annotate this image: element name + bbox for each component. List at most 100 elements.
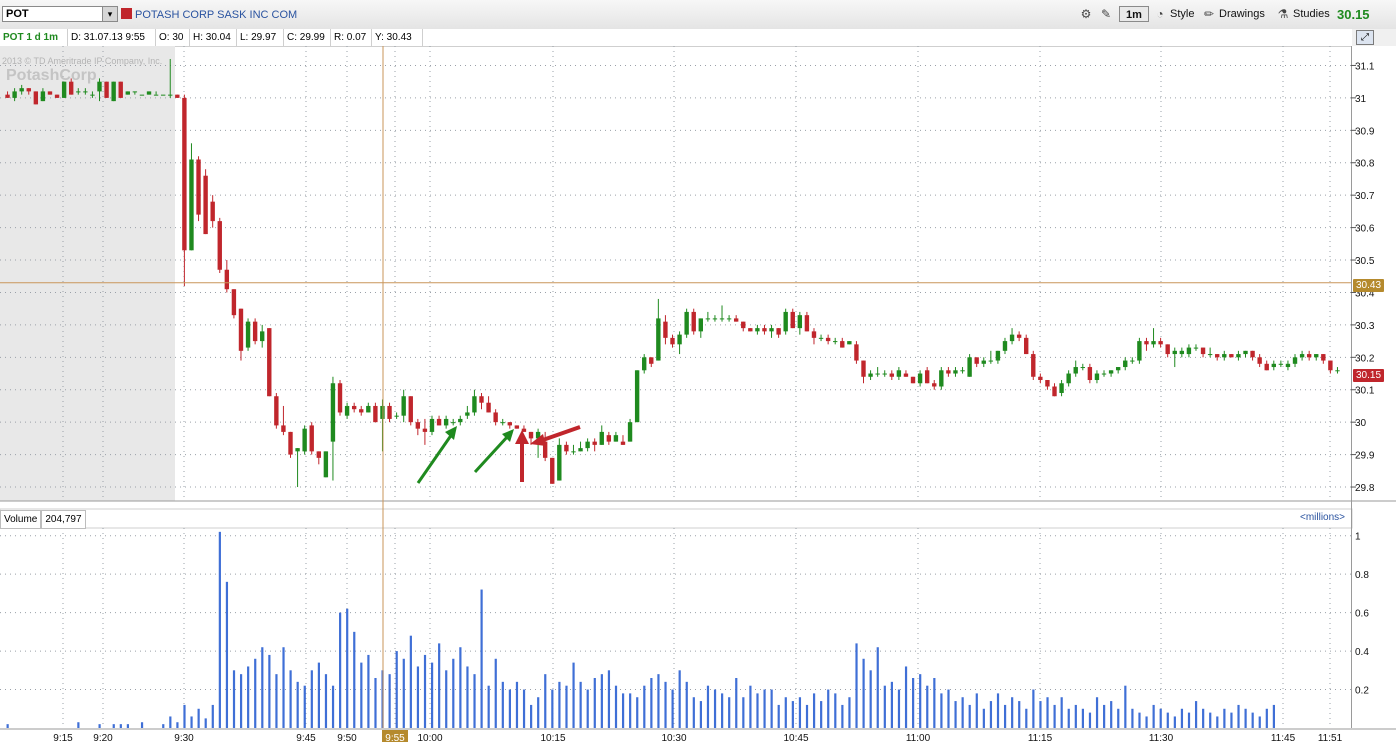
volume-bar xyxy=(282,647,285,728)
volume-bar xyxy=(140,722,144,728)
volume-bar xyxy=(1046,697,1049,728)
candle-body xyxy=(1321,354,1326,361)
candle-body xyxy=(550,457,555,484)
candle-body xyxy=(578,448,583,452)
volume-bar xyxy=(416,666,420,728)
candle-body xyxy=(585,441,590,449)
volume-bar xyxy=(176,722,179,728)
green-arrow-2 xyxy=(473,429,514,474)
candle-body xyxy=(1016,334,1022,338)
candle-body xyxy=(168,94,173,96)
candle-body xyxy=(1144,341,1149,345)
volume-bar xyxy=(954,701,957,728)
candle-body xyxy=(528,431,534,439)
volume-bar xyxy=(537,697,540,728)
candle-body xyxy=(804,315,810,332)
candle-body xyxy=(592,441,597,445)
candle-body xyxy=(1024,337,1029,355)
candle-body xyxy=(1250,350,1255,358)
candle-body xyxy=(1009,334,1015,342)
candle-body xyxy=(854,344,859,361)
volume-bar xyxy=(699,701,702,728)
volume-bar xyxy=(869,670,872,728)
volume-bar xyxy=(466,666,469,728)
price-tick-label: 29.8 xyxy=(1355,483,1375,494)
price-tick-label: 30.8 xyxy=(1355,159,1375,170)
candle-body xyxy=(189,159,194,251)
volume-bar xyxy=(551,689,554,728)
time-tick-label: 9:20 xyxy=(93,733,113,742)
candle-body xyxy=(946,370,951,374)
volume-bar xyxy=(862,658,865,728)
candle-body xyxy=(295,448,300,452)
candle-body xyxy=(146,91,152,95)
candle-body xyxy=(960,370,965,372)
candle-body xyxy=(1108,370,1114,374)
candle-body xyxy=(344,405,350,416)
volume-bar xyxy=(904,666,908,728)
volume-bar xyxy=(232,670,236,728)
candle-body xyxy=(1257,357,1262,364)
volume-bar xyxy=(579,681,582,728)
volume-bar xyxy=(685,681,688,728)
candle-body xyxy=(125,91,130,95)
candle-body xyxy=(627,422,633,442)
volume-bar xyxy=(1053,704,1056,728)
grid-lines xyxy=(0,46,1396,730)
candle-body xyxy=(557,444,562,481)
candle-body xyxy=(76,91,81,93)
candle-body xyxy=(337,383,343,413)
candle-body xyxy=(769,328,774,332)
candle-body xyxy=(691,311,696,332)
volume-bar xyxy=(897,689,901,728)
volume-bars xyxy=(6,531,1275,728)
volume-tick-label: 0.6 xyxy=(1355,609,1369,620)
candle-body xyxy=(373,405,378,423)
volume-bar xyxy=(996,693,1000,728)
volume-bar xyxy=(713,689,717,728)
candle-body xyxy=(47,91,53,95)
price-tick-label: 31.1 xyxy=(1355,61,1375,72)
volume-header-bg xyxy=(0,508,1353,529)
candle-body xyxy=(217,221,222,270)
candle-body xyxy=(1123,360,1128,368)
candle-body xyxy=(1073,367,1078,374)
candle-body xyxy=(267,328,272,397)
candle-body xyxy=(571,451,576,453)
candle-body xyxy=(111,81,116,102)
candle-body xyxy=(889,373,894,377)
red-arrow-up xyxy=(515,430,529,482)
volume-bar xyxy=(721,693,724,728)
volume-bar xyxy=(1145,716,1148,728)
volume-bar xyxy=(600,674,603,728)
candle-body xyxy=(1328,360,1333,371)
volume-label: Volume xyxy=(0,510,42,529)
candle-body xyxy=(1306,354,1312,358)
volume-bar xyxy=(254,658,257,728)
volume-bar xyxy=(947,689,950,728)
volume-bar xyxy=(614,685,618,728)
volume-bar xyxy=(360,662,363,728)
volume-bar xyxy=(572,662,575,728)
volume-bar xyxy=(494,658,497,728)
volume-bar xyxy=(438,643,441,728)
time-tick-label: 9:30 xyxy=(174,733,194,742)
volume-bar xyxy=(643,685,646,728)
candle-body xyxy=(415,422,421,429)
price-volume-chart: 29.829.93030.130.230.330.430.530.630.730… xyxy=(0,46,1396,742)
candle-body xyxy=(1200,347,1206,355)
volume-bar xyxy=(763,689,766,728)
volume-bar xyxy=(742,697,745,728)
candle-body xyxy=(1207,354,1213,356)
volume-bar xyxy=(218,531,221,728)
volume-bar xyxy=(225,581,229,728)
time-axis: 9:15 9:20 9:30 9:45 9:50 9:55 10:00 10:15 10:30 1… xyxy=(53,730,1343,742)
volume-bar xyxy=(1173,716,1176,728)
candle-body xyxy=(825,337,831,342)
volume-bar xyxy=(409,635,412,728)
volume-bar xyxy=(968,704,971,728)
candle-body xyxy=(1045,380,1050,387)
volume-bar xyxy=(508,689,511,728)
volume-bar xyxy=(1088,712,1092,728)
volume-bar xyxy=(515,681,519,728)
